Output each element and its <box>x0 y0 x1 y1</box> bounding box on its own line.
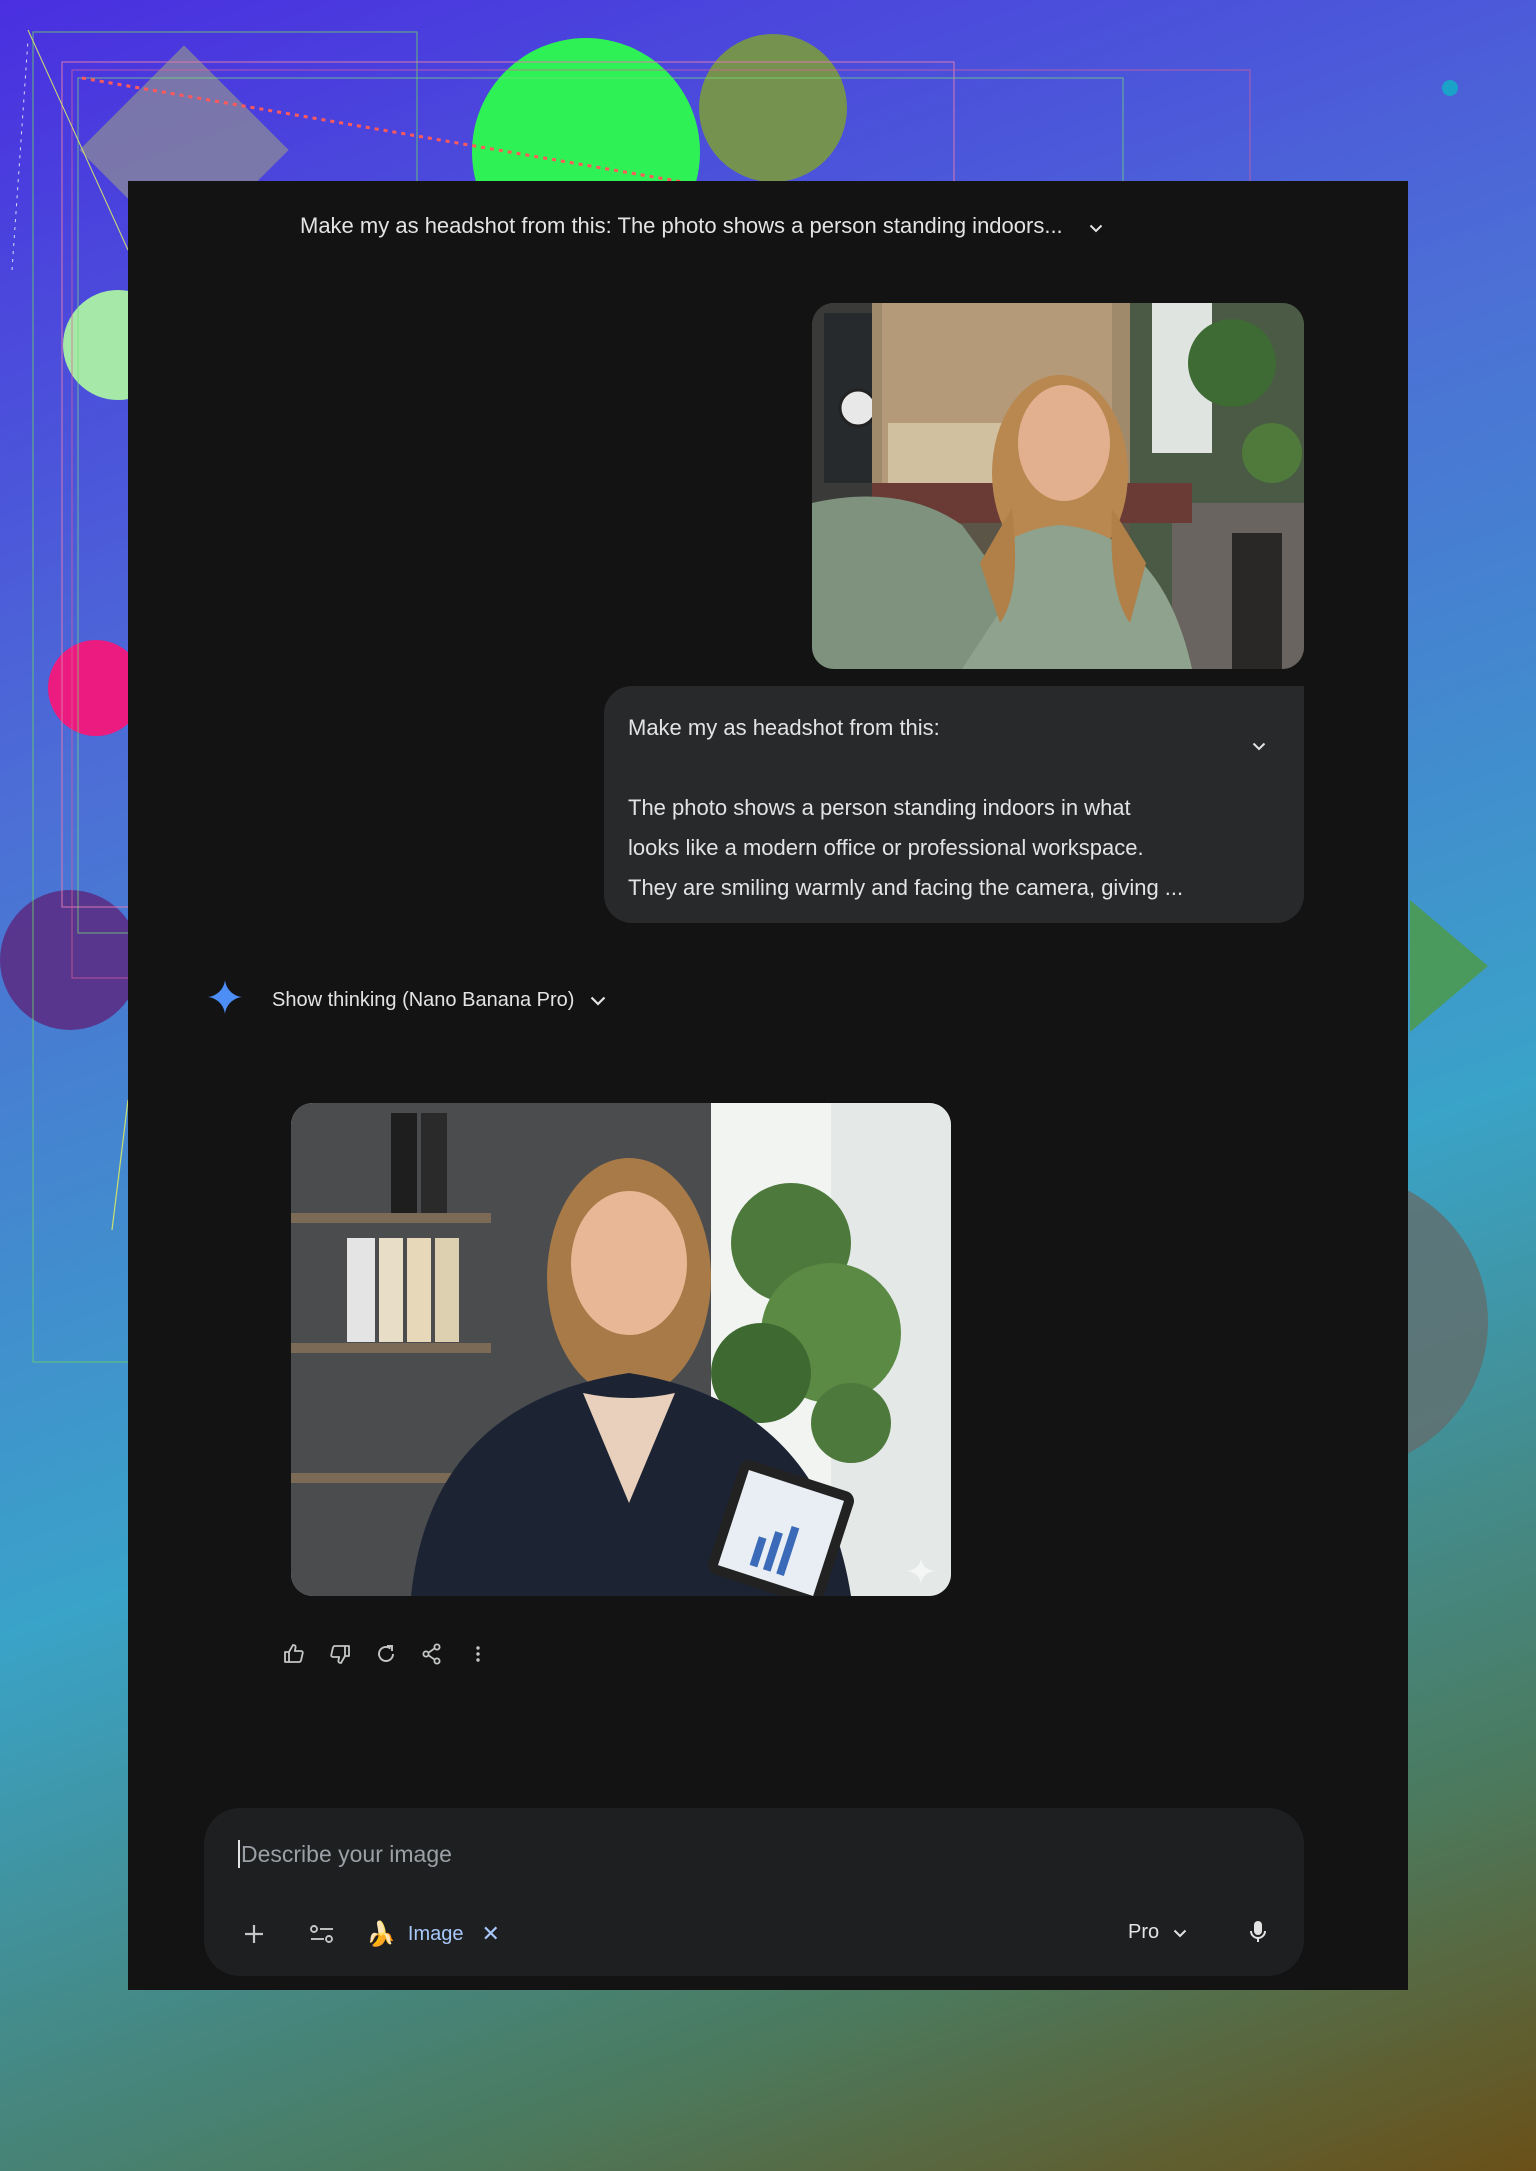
user-message-line: They are smiling warmly and facing the c… <box>628 875 1184 900</box>
regenerate-icon[interactable] <box>370 1638 402 1670</box>
banana-icon: 🍌 <box>366 1920 396 1948</box>
show-thinking-label: Show thinking (Nano Banana Pro) <box>272 988 575 1011</box>
user-message-line: looks like a modern office or profession… <box>628 835 1144 860</box>
user-uploaded-photo[interactable] <box>812 303 1304 669</box>
tools-settings-icon[interactable] <box>302 1914 342 1954</box>
image-tool-label: Image <box>407 1922 464 1945</box>
share-icon[interactable] <box>416 1638 448 1670</box>
user-message-bubble: Make my as headshot from this: The photo… <box>604 686 1304 923</box>
add-icon[interactable] <box>234 1914 274 1954</box>
chevron-down-icon[interactable] <box>1089 213 1103 239</box>
prompt-input[interactable]: Describe your image <box>238 1832 1138 1876</box>
conversation-title-text: Make my as headshot from this: The photo… <box>300 213 1063 238</box>
text-caret <box>238 1840 240 1868</box>
prompt-placeholder: Describe your image <box>241 1840 452 1867</box>
chevron-down-icon <box>1173 1921 1187 1944</box>
model-label: Pro <box>1128 1920 1160 1943</box>
response-actions <box>278 1638 494 1670</box>
microphone-icon[interactable] <box>1238 1912 1278 1952</box>
generated-headshot-image[interactable] <box>291 1103 951 1596</box>
close-icon[interactable]: ✕ <box>481 1921 499 1947</box>
image-tool-chip[interactable]: 🍌 Image ✕ <box>366 1912 500 1956</box>
show-thinking-toggle[interactable]: Show thinking (Nano Banana Pro) <box>208 978 606 1022</box>
thumbs-down-icon[interactable] <box>324 1638 356 1670</box>
thumbs-up-icon[interactable] <box>278 1638 310 1670</box>
more-options-icon[interactable] <box>462 1638 494 1670</box>
conversation-title[interactable]: Make my as headshot from this: The photo… <box>300 206 1103 246</box>
expand-message-icon[interactable] <box>1252 724 1266 764</box>
chevron-down-icon[interactable] <box>590 989 606 1012</box>
model-selector[interactable]: Pro <box>1128 1910 1187 1954</box>
gemini-sparkle-icon <box>208 980 242 1020</box>
chat-app-window: Make my as headshot from this: The photo… <box>128 181 1408 1990</box>
user-message-first-line: Make my as headshot from this: <box>628 715 940 740</box>
prompt-composer: Describe your image 🍌 Image ✕ Pro <box>204 1808 1304 1976</box>
user-message-line: The photo shows a person standing indoor… <box>628 795 1131 820</box>
